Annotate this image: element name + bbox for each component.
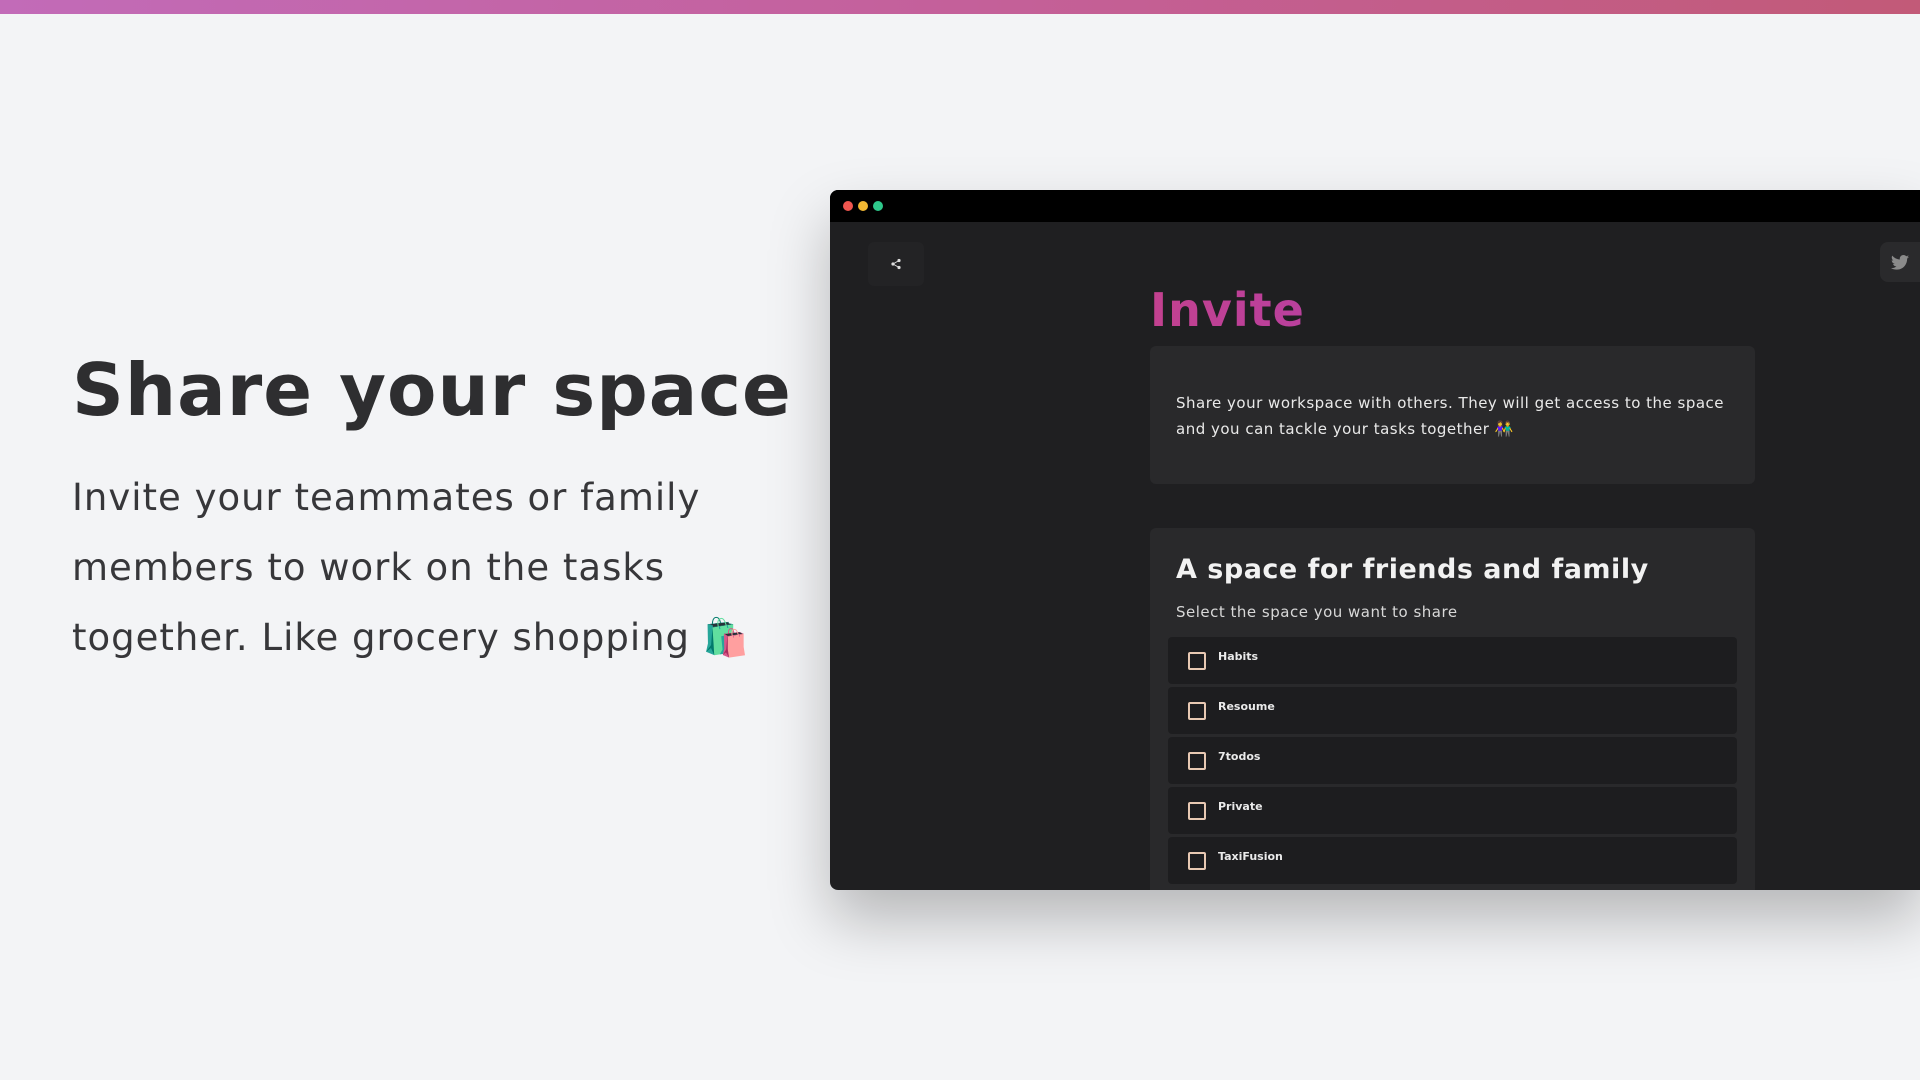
window-titlebar [830, 190, 1920, 222]
app-window: Invite Share your workspace with others.… [830, 190, 1920, 890]
top-accent-bar [0, 0, 1920, 14]
space-list: Habits Resoume 7todos Private TaxiFusion [1168, 637, 1737, 884]
invite-content: Invite Share your workspace with others.… [1150, 282, 1755, 890]
space-checkbox[interactable] [1188, 702, 1206, 720]
minimize-window-button[interactable] [858, 201, 868, 211]
space-item-label: 7todos [1218, 750, 1261, 763]
space-item-label: Habits [1218, 650, 1259, 663]
maximize-window-button[interactable] [873, 201, 883, 211]
share-icon [891, 258, 901, 270]
space-item-private[interactable]: Private [1168, 787, 1737, 834]
hero-title: Share your space [72, 348, 792, 432]
space-card-title: A space for friends and family [1176, 554, 1649, 585]
twitter-button[interactable] [1880, 242, 1920, 282]
info-card: Share your workspace with others. They w… [1150, 346, 1755, 484]
space-card-subtitle: Select the space you want to share [1176, 603, 1458, 621]
space-checkbox[interactable] [1188, 652, 1206, 670]
space-item-7todos[interactable]: 7todos [1168, 737, 1737, 784]
twitter-icon [1891, 254, 1909, 270]
space-item-taxifusion[interactable]: TaxiFusion [1168, 837, 1737, 884]
space-item-label: Private [1218, 800, 1263, 813]
space-item-label: TaxiFusion [1218, 850, 1283, 863]
space-checkbox[interactable] [1188, 752, 1206, 770]
space-item-label: Resoume [1218, 700, 1275, 713]
close-window-button[interactable] [843, 201, 853, 211]
invite-title: Invite [1150, 282, 1755, 338]
share-button[interactable] [868, 242, 924, 286]
info-text: Share your workspace with others. They w… [1176, 394, 1725, 438]
hero-subtitle: Invite your teammates or family members … [72, 476, 750, 659]
space-item-resoume[interactable]: Resoume [1168, 687, 1737, 734]
space-item-habits[interactable]: Habits [1168, 637, 1737, 684]
space-checkbox[interactable] [1188, 852, 1206, 870]
hero-section: Share your space Invite your teammates o… [72, 345, 812, 673]
space-selection-card: A space for friends and family Select th… [1150, 528, 1755, 890]
space-checkbox[interactable] [1188, 802, 1206, 820]
